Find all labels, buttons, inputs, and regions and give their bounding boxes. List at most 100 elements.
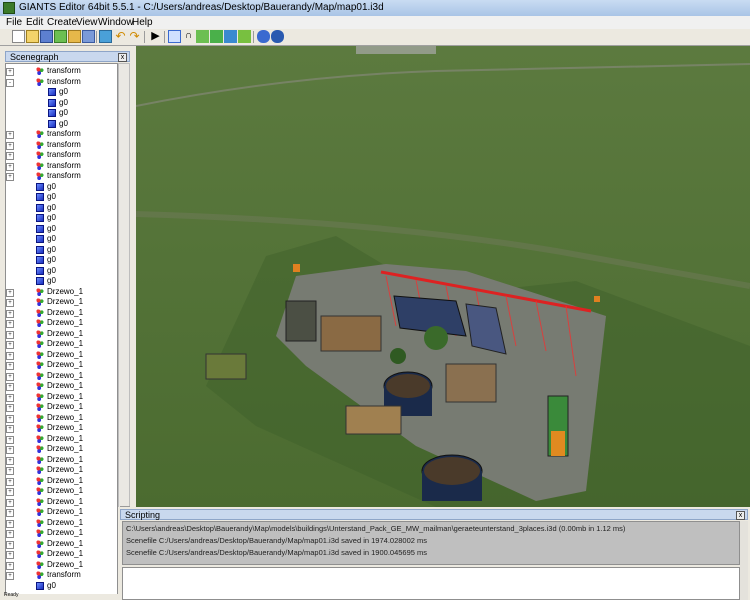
menu-window[interactable]: Window <box>98 17 134 28</box>
tree-node-label: Drzewo_1 <box>47 349 84 359</box>
tree-node-label: g0 <box>47 202 56 212</box>
collapse-icon[interactable]: - <box>6 78 14 87</box>
transform-node-icon <box>36 434 44 443</box>
expand-icon[interactable]: + <box>6 414 14 423</box>
expand-icon[interactable]: + <box>6 68 14 76</box>
info-icon[interactable] <box>271 30 284 43</box>
wood-pile <box>320 315 382 352</box>
tree-node-label: g0 <box>47 223 56 233</box>
expand-icon[interactable]: + <box>6 383 14 391</box>
tree-node-label: transform <box>47 76 81 86</box>
expand-icon[interactable]: + <box>6 351 14 360</box>
expand-icon[interactable]: + <box>6 540 14 549</box>
expand-icon[interactable]: + <box>6 551 14 559</box>
menu-view[interactable]: View <box>76 17 98 28</box>
expand-icon[interactable]: + <box>6 162 14 171</box>
expand-icon[interactable]: + <box>6 173 14 181</box>
window-title: GIANTS Editor 64bit 5.5.1 - C:/Users/and… <box>19 2 384 13</box>
expand-icon[interactable]: + <box>6 446 14 454</box>
shape-node-icon <box>36 224 44 233</box>
scripting-scrollbar[interactable] <box>740 521 748 600</box>
menu-file[interactable]: File <box>6 17 22 28</box>
tree-node-label: Drzewo_1 <box>47 360 84 369</box>
close-icon[interactable]: x <box>118 53 127 62</box>
move-icon[interactable]: ∩ <box>182 30 195 43</box>
tree-node-label: Drzewo_1 <box>47 475 84 485</box>
title-bar: GIANTS Editor 64bit 5.5.1 - C:/Users/and… <box>0 0 750 16</box>
expand-icon[interactable]: + <box>6 477 14 486</box>
scripting-title: Scripting <box>125 510 161 520</box>
shape-node-icon <box>36 235 44 243</box>
transform-node-icon <box>36 413 44 422</box>
menu-create[interactable]: Create <box>47 17 77 28</box>
new-icon[interactable] <box>12 30 25 43</box>
menu-help[interactable]: Help <box>132 17 153 28</box>
tree-node-label: g0 <box>47 255 56 264</box>
script-input[interactable] <box>122 567 740 600</box>
refresh-icon[interactable] <box>99 30 112 43</box>
transform-node-icon <box>36 298 44 306</box>
transform-node-icon <box>36 424 44 432</box>
garden-bed <box>205 353 247 380</box>
transform-node-icon <box>36 392 44 401</box>
expand-icon[interactable]: + <box>6 561 14 570</box>
expand-icon[interactable]: + <box>6 488 14 496</box>
expand-icon[interactable]: + <box>6 320 14 328</box>
redo-icon[interactable]: ↷ <box>128 30 141 43</box>
expand-icon[interactable]: + <box>6 519 14 528</box>
expand-icon[interactable]: + <box>6 572 14 580</box>
foliage-icon[interactable] <box>210 30 223 43</box>
expand-icon[interactable]: + <box>6 131 14 139</box>
export-icon[interactable] <box>82 30 95 43</box>
expand-icon[interactable]: + <box>6 309 14 318</box>
expand-icon[interactable]: + <box>6 467 14 475</box>
viewport-3d[interactable] <box>136 46 750 507</box>
tree-node-label: Drzewo_1 <box>47 307 84 317</box>
transform-node-icon <box>36 319 44 327</box>
expand-icon[interactable]: + <box>6 509 14 517</box>
log-line: Scenefile C:/Users/andreas/Desktop/Bauer… <box>126 536 428 545</box>
shape-node-icon <box>48 109 56 117</box>
select-icon[interactable] <box>168 30 181 43</box>
shape-node-icon <box>36 245 44 254</box>
import-icon[interactable] <box>68 30 81 43</box>
expand-icon[interactable]: + <box>6 498 14 507</box>
play-icon[interactable]: ▶ <box>149 30 162 43</box>
tree-node-label: Drzewo_1 <box>47 486 84 495</box>
close-icon[interactable]: x <box>736 511 745 520</box>
expand-icon[interactable]: + <box>6 299 14 307</box>
scenegraph-tree[interactable]: + transform - transform g0 g0 g0 g0 + transform + t… <box>5 63 118 600</box>
expand-icon[interactable]: + <box>6 435 14 444</box>
expand-icon[interactable]: + <box>6 288 14 297</box>
placement-icon[interactable] <box>238 30 251 43</box>
expand-icon[interactable]: + <box>6 393 14 402</box>
texture-paint-icon[interactable] <box>224 30 237 43</box>
expand-icon[interactable]: + <box>6 152 14 160</box>
expand-icon[interactable]: + <box>6 330 14 339</box>
transform-node-icon <box>36 130 44 138</box>
tree-node-label: Drzewo_1 <box>47 549 84 558</box>
transform-node-icon <box>36 487 44 495</box>
open-icon[interactable] <box>26 30 39 43</box>
expand-icon[interactable]: + <box>6 404 14 412</box>
menu-edit[interactable]: Edit <box>26 17 43 28</box>
expand-icon[interactable]: + <box>6 456 14 465</box>
undo-icon[interactable]: ↶ <box>114 30 127 43</box>
transform-node-icon <box>36 518 44 527</box>
expand-icon[interactable]: + <box>6 362 14 370</box>
transform-node-icon <box>36 560 44 569</box>
reload-icon[interactable] <box>54 30 67 43</box>
scene-render <box>136 46 750 507</box>
scripting-header: Scripting x <box>120 509 748 520</box>
tree-node-label: Drzewo_1 <box>47 538 84 548</box>
terrain-paint-icon[interactable] <box>196 30 209 43</box>
save-icon[interactable] <box>40 30 53 43</box>
expand-icon[interactable]: + <box>6 141 14 150</box>
settings-icon[interactable] <box>257 30 270 43</box>
expand-icon[interactable]: + <box>6 341 14 349</box>
toolbar-separator <box>96 31 97 43</box>
expand-icon[interactable]: + <box>6 425 14 433</box>
expand-icon[interactable]: + <box>6 530 14 538</box>
tree-node-label: g0 <box>47 181 56 191</box>
expand-icon[interactable]: + <box>6 372 14 381</box>
